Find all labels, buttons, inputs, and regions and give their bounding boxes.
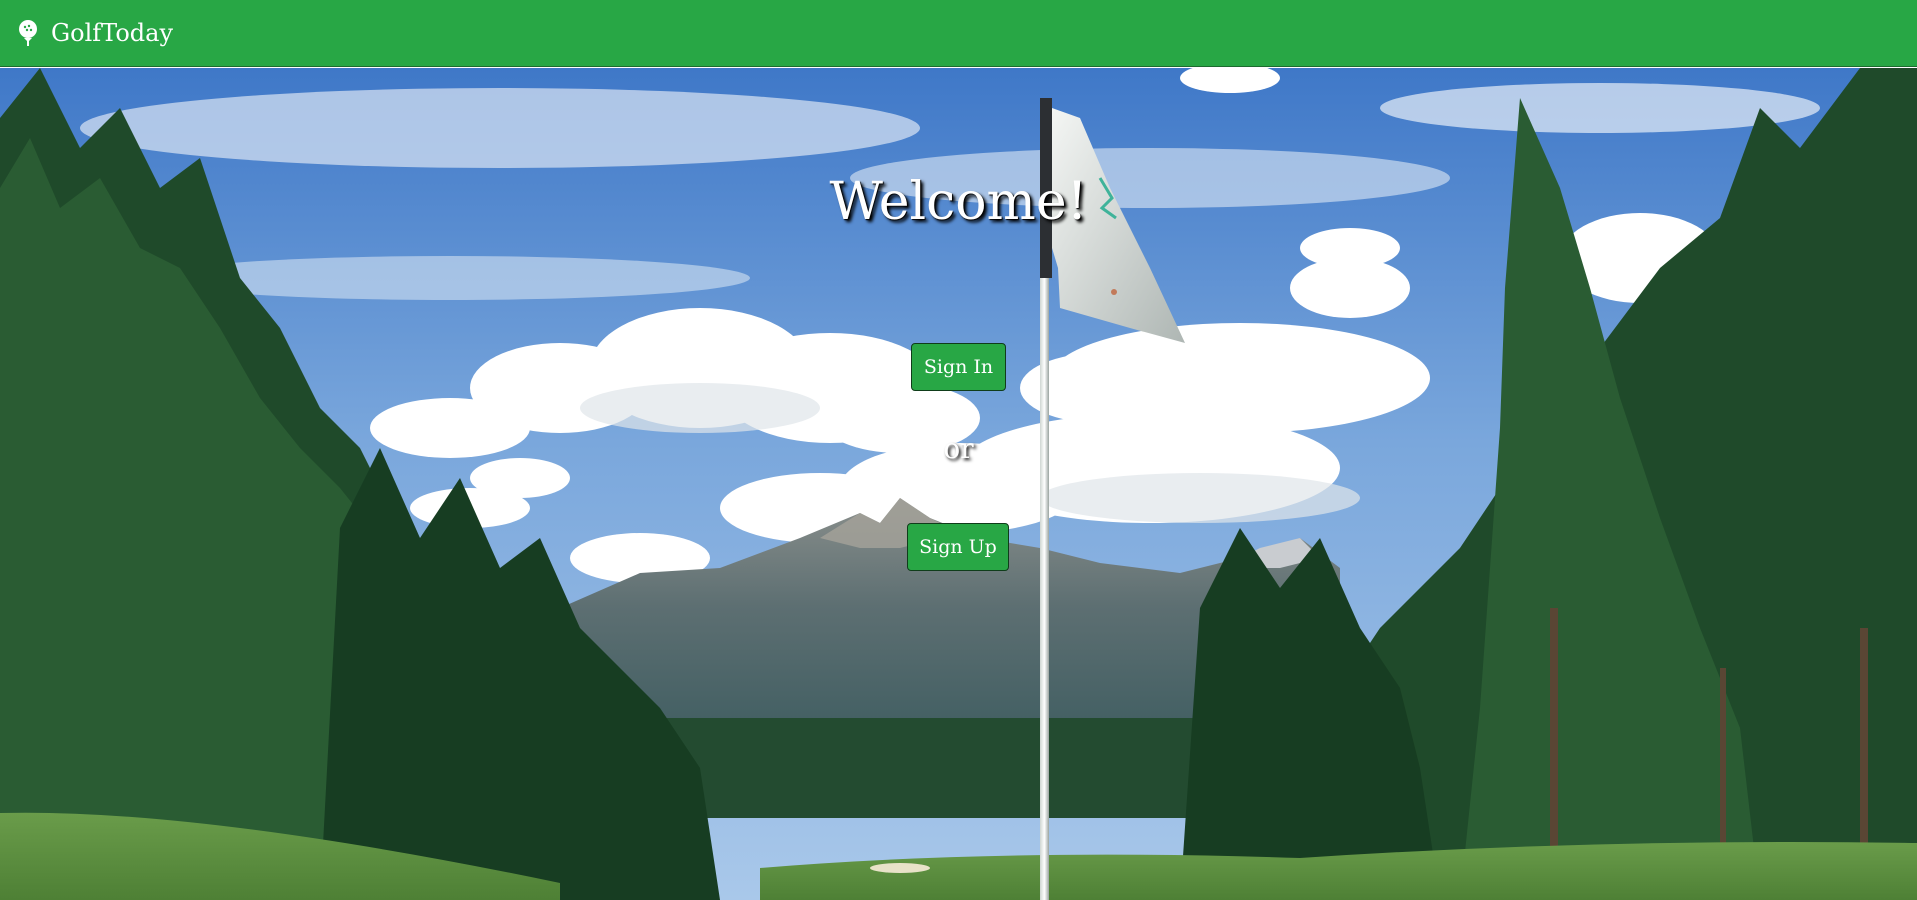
welcome-heading: Welcome! (829, 172, 1088, 232)
or-separator: or (943, 432, 974, 465)
hero-section: Welcome! Sign In or Sign Up (0, 68, 1917, 900)
golf-ball-on-tee-icon (17, 19, 39, 47)
brand-name: GolfToday (51, 19, 174, 47)
brand-link[interactable]: GolfToday (17, 19, 173, 47)
sign-in-button[interactable]: Sign In (911, 343, 1006, 391)
top-navbar: GolfToday (0, 0, 1917, 67)
sign-up-button[interactable]: Sign Up (907, 523, 1009, 571)
